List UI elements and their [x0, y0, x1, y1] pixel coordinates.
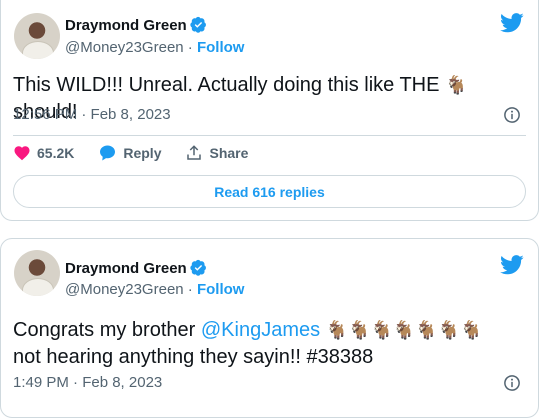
heart-icon: [14, 146, 30, 161]
author-name[interactable]: Draymond Green: [65, 259, 207, 277]
handle[interactable]: @Money23Green: [65, 39, 184, 56]
like-button[interactable]: 65.2K: [13, 144, 74, 162]
timestamp[interactable]: 12:56 PM · Feb 8, 2023: [13, 106, 171, 123]
separator: ·: [187, 39, 193, 56]
tweet-text: Congrats my brother @KingJames 🐐🐐🐐🐐🐐🐐🐐 n…: [13, 317, 526, 370]
twitter-bird-icon[interactable]: [500, 13, 524, 33]
author-name-text[interactable]: Draymond Green: [65, 260, 187, 277]
like-count: 65.2K: [37, 145, 75, 161]
handle-line: @Money23Green · Follow: [65, 39, 244, 56]
reply-label: Reply: [123, 145, 162, 161]
avatar[interactable]: [14, 13, 60, 59]
share-icon: [187, 145, 202, 160]
action-bar: 65.2K Reply Share: [13, 144, 272, 162]
author-name-text[interactable]: Draymond Green: [65, 17, 187, 34]
handle-line: @Money23Green · Follow: [65, 281, 244, 298]
goat-emoji: 🐐: [445, 75, 468, 96]
verified-badge-icon: [190, 259, 206, 276]
follow-button[interactable]: Follow: [197, 39, 245, 56]
timestamp[interactable]: 1:49 PM · Feb 8, 2023: [13, 374, 162, 391]
twitter-bird-icon[interactable]: [500, 255, 524, 275]
info-icon[interactable]: [503, 374, 521, 392]
follow-button[interactable]: Follow: [197, 281, 245, 298]
tweet-text-line-1: Congrats my brother @KingJames 🐐🐐🐐🐐🐐🐐🐐: [13, 317, 526, 344]
tweet-card-2: Draymond Green @Money23Green · Follow Co…: [0, 238, 539, 418]
divider: [13, 135, 526, 136]
tweet-text-main: This WILD!!! Unreal. Actually doing this…: [13, 74, 446, 96]
avatar[interactable]: [14, 250, 60, 296]
separator: ·: [187, 281, 193, 298]
handle[interactable]: @Money23Green: [65, 281, 184, 298]
verified-badge-icon: [190, 16, 206, 33]
share-button[interactable]: Share: [185, 144, 248, 162]
reply-bubble-icon: [100, 145, 116, 161]
info-icon[interactable]: [503, 106, 521, 124]
mention-link[interactable]: @KingJames: [201, 319, 320, 341]
tweet-text-main: Congrats my brother: [13, 319, 201, 341]
tweet-card-1: Draymond Green @Money23Green · Follow Th…: [0, 0, 539, 221]
author-name[interactable]: Draymond Green: [65, 16, 207, 34]
read-replies-button[interactable]: Read 616 replies: [13, 175, 526, 208]
reply-button[interactable]: Reply: [98, 144, 161, 162]
share-label: Share: [209, 145, 249, 161]
goat-emojis: 🐐🐐🐐🐐🐐🐐🐐: [325, 320, 483, 341]
tweet-text-line-2: not hearing anything they sayin!! #38388: [13, 346, 374, 368]
